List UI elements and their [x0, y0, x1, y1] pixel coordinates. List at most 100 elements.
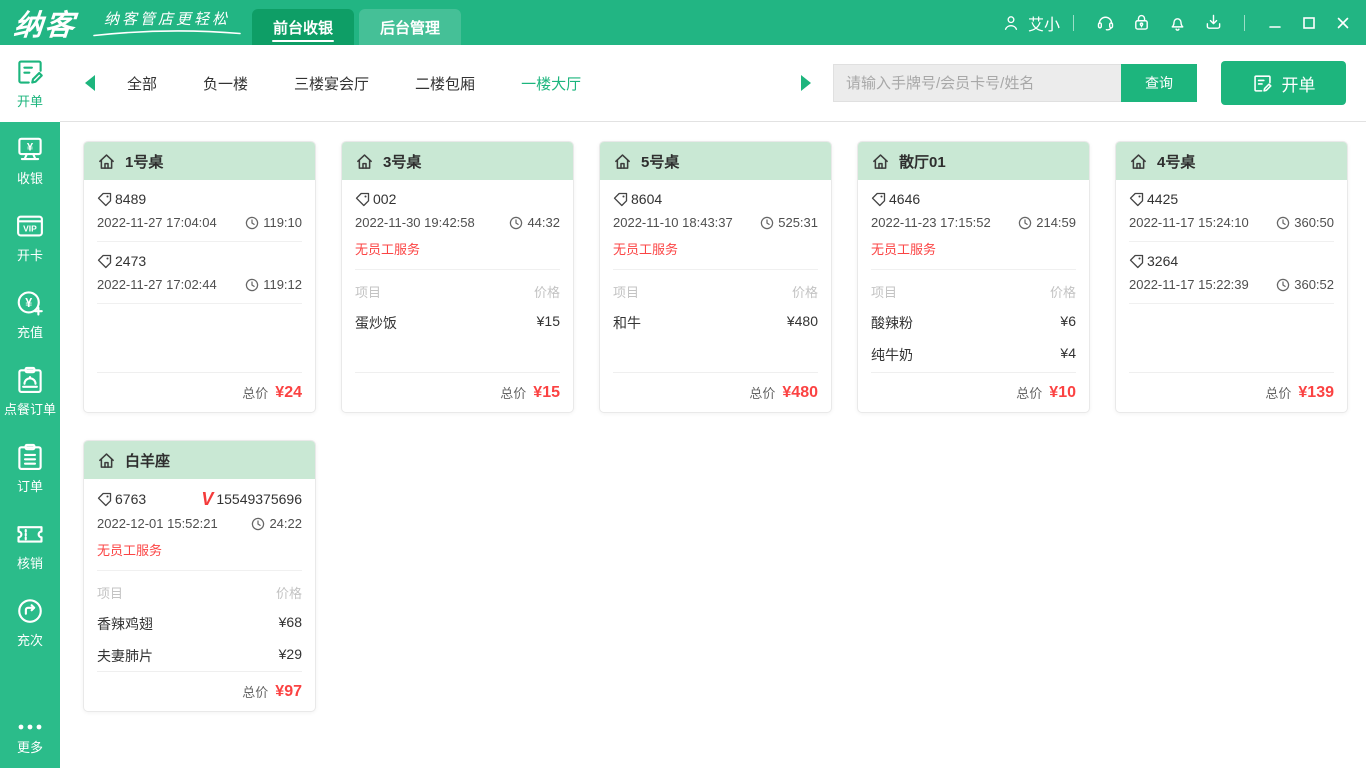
table-card[interactable]: 5号桌86042022-11-10 18:43:37525:31无员工服务项目价…	[599, 141, 832, 413]
items-header: 项目价格	[97, 571, 302, 602]
card-spacer	[1129, 304, 1334, 372]
order-time: 2022-11-27 17:04:04	[97, 215, 217, 230]
maximize-button[interactable]	[1292, 7, 1326, 39]
scroll-right-arrow-icon[interactable]	[801, 75, 811, 91]
sidebar-item-verify[interactable]: 核销	[0, 507, 60, 584]
sidebar-item-label: 点餐订单	[4, 399, 56, 418]
items-header: 项目价格	[613, 270, 818, 301]
svg-text:¥: ¥	[27, 142, 34, 154]
sidebar-item-more[interactable]: 更多	[0, 708, 60, 768]
items-col-price: 价格	[1050, 282, 1076, 301]
table-name: 4号桌	[1157, 151, 1195, 172]
total-amount: ¥15	[533, 384, 560, 402]
table-card-header: 3号桌	[342, 142, 573, 180]
sidebar-item-vip-card[interactable]: VIP 开卡	[0, 199, 60, 276]
user-icon	[1001, 13, 1021, 33]
table-card[interactable]: 1号桌84892022-11-27 17:04:04119:1024732022…	[83, 141, 316, 413]
search-input[interactable]	[833, 64, 1121, 102]
clock-icon	[245, 278, 259, 292]
tab-backend-admin[interactable]: 后台管理	[359, 9, 461, 45]
order-tag: 4425	[1129, 191, 1178, 207]
home-icon	[97, 152, 116, 171]
no-staff-label: 无员工服务	[355, 239, 560, 258]
tab-backend-admin-label: 后台管理	[380, 17, 440, 38]
minimize-button[interactable]	[1258, 7, 1292, 39]
order-duration: 525:31	[760, 215, 818, 230]
total-label: 总价	[749, 383, 775, 402]
order-tag: 2473	[97, 253, 146, 269]
titlebar-divider	[1073, 15, 1074, 31]
sidebar-item-food-orders[interactable]: 点餐订单	[0, 353, 60, 430]
total-amount: ¥97	[275, 683, 302, 701]
table-card-body: 6763V155493756962022-12-01 15:52:2124:22…	[84, 479, 315, 711]
table-name: 白羊座	[125, 450, 170, 471]
member-phone: V15549375696	[201, 490, 302, 508]
user-menu[interactable]: 艾小	[1001, 11, 1060, 35]
ticket-verify-icon	[15, 519, 45, 549]
notification-bell-icon[interactable]	[1159, 12, 1195, 33]
table-card-header: 1号桌	[84, 142, 315, 180]
table-card-header: 4号桌	[1116, 142, 1347, 180]
filter-tab-all[interactable]: 全部	[127, 73, 157, 94]
sidebar-item-cashier[interactable]: ¥ 收银	[0, 122, 60, 199]
item-price: ¥6	[1060, 313, 1076, 333]
filter-tab-1f-hall[interactable]: 一楼大厅	[521, 73, 581, 94]
order-time: 2022-11-17 15:24:10	[1129, 215, 1249, 230]
home-icon	[355, 152, 374, 171]
total-amount: ¥480	[782, 384, 818, 402]
table-card[interactable]: 散厅0146462022-11-23 17:15:52214:59无员工服务项目…	[857, 141, 1090, 413]
table-card-body: 0022022-11-30 19:42:5844:32无员工服务项目价格蛋炒饭¥…	[342, 180, 573, 412]
order-time: 2022-11-27 17:02:44	[97, 277, 217, 292]
order-entry: 6763V155493756962022-12-01 15:52:2124:22…	[97, 479, 302, 571]
sidebar-item-label: 订单	[17, 476, 43, 495]
item-name: 夫妻肺片	[97, 646, 153, 666]
order-time: 2022-11-30 19:42:58	[355, 215, 475, 230]
sidebar-item-label: 核销	[17, 553, 43, 572]
tab-front-cashier[interactable]: 前台收银	[252, 9, 354, 45]
sidebar-item-open-bill[interactable]: 开单	[0, 45, 60, 122]
card-spacer	[97, 304, 302, 372]
total-label: 总价	[1265, 383, 1291, 402]
item-row: 酸辣粉¥6	[871, 301, 1076, 333]
order-time: 2022-11-10 18:43:37	[613, 215, 733, 230]
filter-tab-basement-1[interactable]: 负一楼	[203, 73, 248, 94]
item-price: ¥68	[279, 614, 302, 634]
filter-tab-2f-rooms[interactable]: 二楼包厢	[415, 73, 475, 94]
search-button[interactable]: 查询	[1121, 64, 1197, 102]
sidebar-item-orders[interactable]: 订单	[0, 430, 60, 507]
item-row: 香辣鸡翅¥68	[97, 602, 302, 634]
sidebar-item-label: 开单	[17, 91, 43, 110]
filter-tab-3f-banquet[interactable]: 三楼宴会厅	[294, 73, 369, 94]
open-bill-button[interactable]: 开单	[1221, 61, 1346, 105]
table-card-footer: 总价¥139	[1129, 372, 1334, 412]
sidebar-item-refill-times[interactable]: 充次	[0, 584, 60, 661]
app-slogan: 纳客管店更轻松	[104, 8, 230, 29]
close-button[interactable]	[1326, 7, 1360, 39]
items-col-price: 价格	[792, 282, 818, 301]
item-price: ¥15	[537, 313, 560, 333]
main-nav-tabs: 前台收银 后台管理	[252, 9, 461, 45]
support-headset-icon[interactable]	[1087, 12, 1123, 33]
table-card[interactable]: 3号桌0022022-11-30 19:42:5844:32无员工服务项目价格蛋…	[341, 141, 574, 413]
no-staff-label: 无员工服务	[613, 239, 818, 258]
total-label: 总价	[242, 682, 268, 701]
order-tag: 6763	[97, 491, 146, 507]
lock-icon[interactable]	[1123, 12, 1159, 33]
clock-icon	[251, 517, 265, 531]
svg-text:¥: ¥	[25, 296, 32, 310]
toolbar: 全部 负一楼 三楼宴会厅 二楼包厢 一楼大厅 查询 开单	[60, 45, 1366, 122]
open-bill-icon	[15, 57, 45, 87]
table-card[interactable]: 白羊座6763V155493756962022-12-01 15:52:2124…	[83, 440, 316, 712]
items-table: 项目价格香辣鸡翅¥68夫妻肺片¥29	[97, 571, 302, 666]
order-entry: 32642022-11-17 15:22:39360:52	[1129, 242, 1334, 304]
order-tag: 002	[355, 191, 396, 207]
card-spacer	[613, 333, 818, 372]
orders-icon	[15, 442, 45, 472]
scroll-left-arrow-icon[interactable]	[85, 75, 95, 91]
sidebar-item-recharge[interactable]: ¥ 充值	[0, 276, 60, 353]
titlebar-divider	[1244, 15, 1245, 31]
table-card[interactable]: 4号桌44252022-11-17 15:24:10360:5032642022…	[1115, 141, 1348, 413]
download-icon[interactable]	[1195, 12, 1231, 33]
table-name: 5号桌	[641, 151, 679, 172]
item-row: 纯牛奶¥4	[871, 333, 1076, 365]
